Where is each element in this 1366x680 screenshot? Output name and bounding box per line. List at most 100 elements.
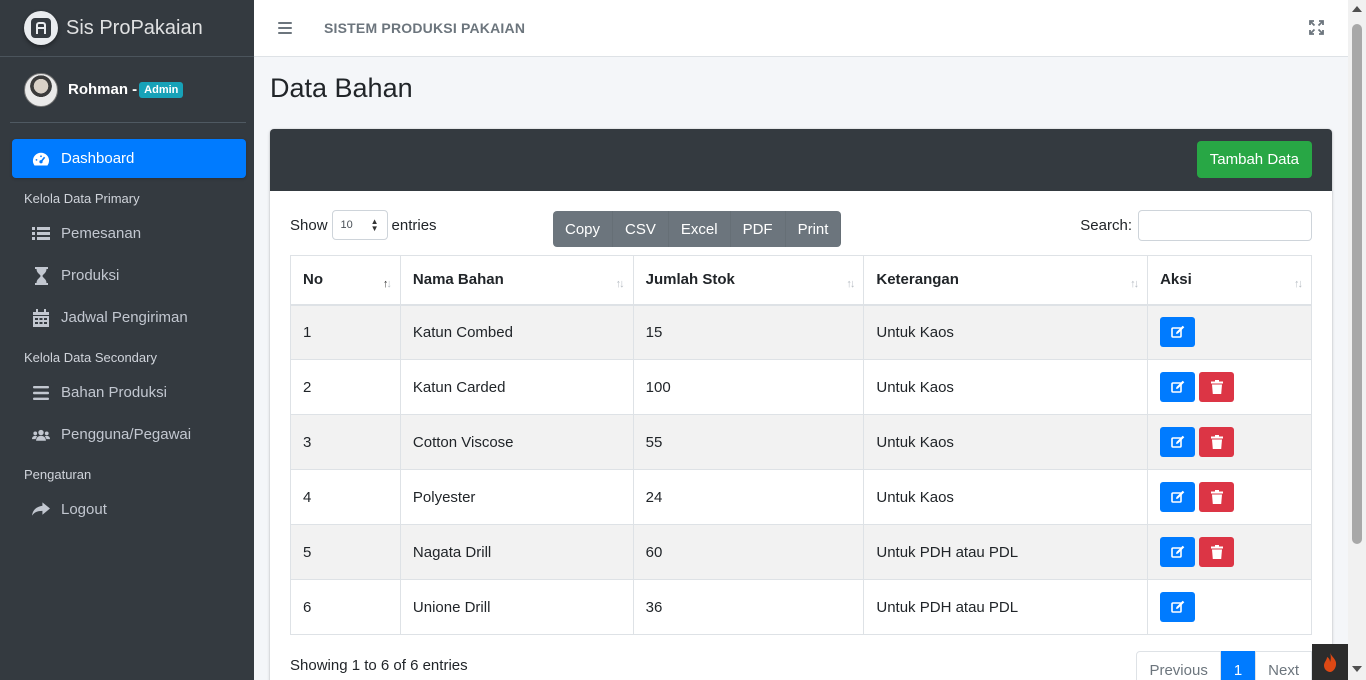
sidebar-item-produksi[interactable]: Produksi — [12, 256, 246, 295]
cell-keterangan: Untuk Kaos — [863, 414, 1149, 470]
card-header: Tambah Data — [270, 129, 1332, 191]
scrollbar-thumb[interactable] — [1352, 24, 1362, 544]
edit-button[interactable] — [1160, 592, 1196, 622]
calendar-icon — [32, 308, 50, 327]
previous-page-button[interactable]: Previous — [1136, 651, 1221, 680]
edit-icon — [1170, 545, 1185, 559]
sidebar-item-label: Pengguna/Pegawai — [61, 426, 192, 443]
delete-button[interactable] — [1199, 372, 1235, 402]
brand-link[interactable]: Sis ProPakaian — [0, 0, 254, 57]
column-header-jumlah-stok[interactable]: Jumlah Stok ↑↓ — [632, 255, 865, 306]
hamburger-menu-icon[interactable] — [278, 22, 292, 34]
column-header-aksi[interactable]: Aksi ↑↓ — [1147, 255, 1312, 306]
scroll-down-arrow-icon[interactable] — [1352, 666, 1362, 672]
bahan-table: No ↑↓ Nama Bahan ↑↓ Jumlah Stok ↑↓ Keterangan ↑… — [290, 255, 1312, 635]
cell-no: 4 — [290, 469, 401, 525]
table-row: 2 Katun Carded 100 Untuk Kaos — [290, 359, 1312, 415]
column-header-nama-bahan[interactable]: Nama Bahan ↑↓ — [399, 255, 634, 306]
edit-button[interactable] — [1160, 482, 1196, 512]
edit-button[interactable] — [1160, 317, 1196, 348]
search-input[interactable] — [1138, 210, 1312, 241]
tachometer-icon — [32, 150, 50, 168]
trash-icon — [1210, 435, 1223, 449]
debug-toolbar-flame-icon[interactable] — [1312, 644, 1348, 680]
edit-icon — [1170, 490, 1185, 504]
sort-icon: ↑↓ — [615, 278, 625, 290]
sidebar-item-jadwal-pengiriman[interactable]: Jadwal Pengiriman — [12, 298, 246, 337]
delete-button[interactable] — [1199, 427, 1235, 457]
sort-icon: ↑↓ — [846, 278, 855, 290]
nav-header: Kelola Data Primary — [24, 191, 140, 206]
export-print-button[interactable]: Print — [786, 211, 842, 247]
sidebar-item-label: Dashboard — [61, 150, 135, 167]
column-header-keterangan[interactable]: Keterangan ↑↓ — [863, 255, 1149, 306]
scroll-up-arrow-icon[interactable] — [1352, 6, 1362, 12]
sidebar-item-logout[interactable]: Logout — [12, 490, 246, 529]
edit-button[interactable] — [1160, 537, 1196, 567]
cell-aksi — [1147, 304, 1312, 360]
export-csv-button[interactable]: CSV — [613, 211, 669, 247]
length-control: Show 10 ▲ ▼ entries — [290, 210, 437, 240]
table-row: 3 Cotton Viscose 55 Untuk Kaos — [290, 414, 1312, 470]
avatar[interactable] — [24, 72, 58, 107]
search-control: Search: — [1080, 210, 1312, 241]
edit-button[interactable] — [1160, 372, 1196, 402]
pagination: Previous 1 Next — [1136, 651, 1312, 680]
sidebar-item-pengguna-pegawai[interactable]: Pengguna/Pegawai — [12, 415, 246, 454]
entries-length-select[interactable]: 10 ▲ ▼ — [331, 210, 388, 240]
edit-button[interactable] — [1160, 427, 1196, 457]
cell-keterangan: Untuk Kaos — [863, 359, 1149, 415]
cell-keterangan: Untuk PDH atau PDL — [863, 524, 1149, 580]
cell-jumlah-stok: 24 — [632, 469, 865, 525]
trash-icon — [1210, 490, 1223, 504]
page-scrollbar[interactable] — [1348, 0, 1366, 680]
add-data-button[interactable]: Tambah Data — [1196, 141, 1312, 178]
edit-icon — [1170, 380, 1185, 394]
fullscreen-expand-icon[interactable] — [1309, 20, 1324, 35]
cell-nama-bahan: Katun Carded — [399, 359, 634, 415]
table-header-row: No ↑↓ Nama Bahan ↑↓ Jumlah Stok ↑↓ Keterangan ↑… — [290, 255, 1312, 306]
cell-jumlah-stok: 36 — [632, 579, 865, 635]
cell-no: 1 — [290, 304, 401, 360]
page-title: Data Bahan — [270, 73, 413, 103]
sidebar-item-label: Pemesanan — [61, 225, 142, 242]
next-page-button[interactable]: Next — [1255, 651, 1312, 680]
hourglass-icon — [32, 266, 50, 285]
column-header-no[interactable]: No ↑↓ — [290, 255, 401, 306]
table-row: 4 Polyester 24 Untuk Kaos — [290, 469, 1312, 525]
delete-button[interactable] — [1199, 537, 1235, 567]
cell-nama-bahan: Polyester — [399, 469, 634, 525]
column-header-label: No — [303, 271, 323, 289]
cell-aksi — [1147, 579, 1312, 635]
sidebar-item-pemesanan[interactable]: Pemesanan — [12, 214, 246, 253]
cell-jumlah-stok: 15 — [632, 304, 865, 360]
sort-icon: ↑↓ — [1294, 278, 1303, 290]
brand-logo-icon — [24, 11, 58, 45]
sidebar-item-label: Produksi — [61, 267, 120, 284]
column-header-label: Aksi — [1160, 271, 1192, 289]
page-1-button[interactable]: 1 — [1220, 651, 1256, 680]
export-pdf-button[interactable]: PDF — [731, 211, 786, 247]
export-copy-button[interactable]: Copy — [553, 211, 614, 247]
cell-keterangan: Untuk Kaos — [863, 469, 1149, 525]
entries-label: entries — [391, 216, 437, 234]
sidebar-item-dashboard[interactable]: Dashboard — [12, 139, 246, 178]
table-row: 5 Nagata Drill 60 Untuk PDH atau PDL — [290, 524, 1312, 580]
sidebar-item-bahan-produksi[interactable]: Bahan Produksi — [12, 373, 246, 412]
cell-nama-bahan: Unione Drill — [399, 579, 634, 635]
delete-button[interactable] — [1199, 482, 1235, 512]
cell-jumlah-stok: 60 — [632, 524, 865, 580]
sort-ascending-icon: ↑↓ — [382, 278, 392, 290]
user-name[interactable]: Rohman - — [68, 81, 137, 98]
cell-aksi — [1147, 414, 1312, 470]
cell-no: 2 — [290, 359, 401, 415]
sidebar-item-label: Logout — [61, 501, 107, 518]
edit-icon — [1170, 600, 1185, 614]
content-wrapper: Data Bahan Tambah Data Show 10 ▲ ▼ entrie… — [254, 57, 1348, 680]
cell-no: 6 — [290, 579, 401, 635]
app-title: SISTEM PRODUKSI PAKAIAN — [324, 20, 526, 36]
cell-aksi — [1147, 469, 1312, 525]
trash-icon — [1210, 545, 1223, 559]
export-excel-button[interactable]: Excel — [669, 211, 731, 247]
cell-nama-bahan: Cotton Viscose — [399, 414, 634, 470]
